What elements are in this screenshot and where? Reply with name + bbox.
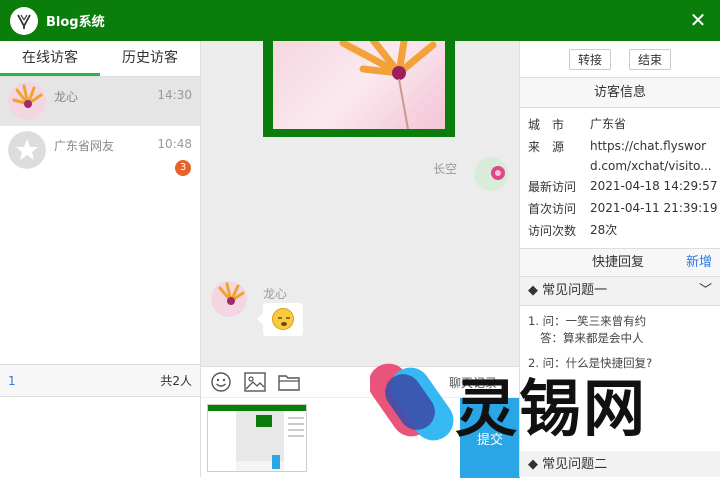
- default-avatar-icon: [8, 131, 46, 169]
- tab-history-visitors[interactable]: 历史访客: [100, 41, 200, 76]
- visitor-tabs: 在线访客 历史访客: [0, 41, 200, 77]
- avatar: [474, 157, 508, 191]
- image-icon[interactable]: [243, 371, 267, 393]
- watermark-text: 灵锡网: [455, 372, 648, 445]
- info-row: 访问次数 28次: [528, 223, 618, 238]
- chat-area: 长空 龙心: [201, 41, 519, 366]
- avatar: [211, 281, 247, 317]
- faq-item[interactable]: 1. 问：一笑三来曾有约: [528, 313, 714, 330]
- app-title: Blog系统: [46, 15, 105, 30]
- flower-image: [273, 41, 445, 129]
- watermark-logo-icon: [368, 363, 454, 441]
- transfer-button[interactable]: 转接: [568, 48, 611, 70]
- watermark: 灵锡网: [368, 350, 715, 450]
- visitor-time: 14:30: [157, 88, 192, 102]
- app-logo-icon: [10, 6, 38, 35]
- receiver-name: 龙心: [263, 287, 288, 301]
- quick-reply-title: 快捷回复: [592, 255, 645, 270]
- diamond-icon: ◆: [528, 283, 543, 298]
- visitor-pager: 1 共2人: [0, 364, 200, 397]
- action-buttons: 转接 结束: [520, 41, 720, 78]
- close-icon[interactable]: ✕: [686, 8, 710, 32]
- chevron-down-icon: ﹀: [698, 283, 712, 298]
- faq-section-2[interactable]: ◆ 常见问题二: [520, 451, 720, 477]
- visitor-info-title: 访客信息: [520, 78, 720, 108]
- visitor-item[interactable]: 广东省网友 10:48 3: [0, 126, 200, 176]
- info-row: 首次访问 2021-04-11 21:39:19: [528, 201, 718, 216]
- visitor-name: 龙心: [54, 90, 79, 104]
- title-bar: Blog系统 ✕: [0, 0, 720, 41]
- sleepy-face-icon: [272, 308, 294, 330]
- sender-name: 长空: [433, 162, 458, 176]
- info-row: 来 源 https://chat.flyswor d.com/xchat/visi…: [528, 139, 712, 173]
- chat-image-message[interactable]: [263, 41, 455, 137]
- end-button[interactable]: 结束: [629, 48, 672, 70]
- folder-icon[interactable]: [277, 371, 301, 393]
- faq-section-1[interactable]: ◆ 常见问题一 ﹀: [520, 277, 720, 306]
- visitor-panel: 在线访客 历史访客 龙心 14:30 广东省网友 10:48 3 1 共2人: [0, 41, 201, 477]
- info-row: 城 市广东省: [528, 117, 627, 132]
- emoji-message: [257, 303, 303, 336]
- pasted-screenshot-thumbnail: [207, 404, 307, 472]
- diamond-icon: ◆: [528, 457, 543, 472]
- quick-reply-header: 快捷回复 新增: [520, 248, 720, 277]
- visitor-total: 共2人: [160, 374, 192, 388]
- unread-badge: 3: [175, 160, 191, 176]
- add-reply-link[interactable]: 新增: [686, 249, 712, 277]
- faq-answer: 答：算来都是会中人: [540, 331, 644, 345]
- visitor-info-list: 城 市广东省 来 源 https://chat.flyswor d.com/xch…: [520, 108, 720, 242]
- visitor-item[interactable]: 龙心 14:30: [0, 77, 200, 126]
- info-row: 最新访问 2021-04-18 14:29:57: [528, 179, 718, 194]
- visitor-name: 广东省网友: [54, 139, 115, 153]
- avatar: [8, 82, 46, 120]
- visitor-time: 10:48: [157, 137, 192, 151]
- emoji-icon[interactable]: [209, 371, 233, 393]
- tab-online-visitors[interactable]: 在线访客: [0, 41, 100, 76]
- page-number[interactable]: 1: [8, 374, 16, 388]
